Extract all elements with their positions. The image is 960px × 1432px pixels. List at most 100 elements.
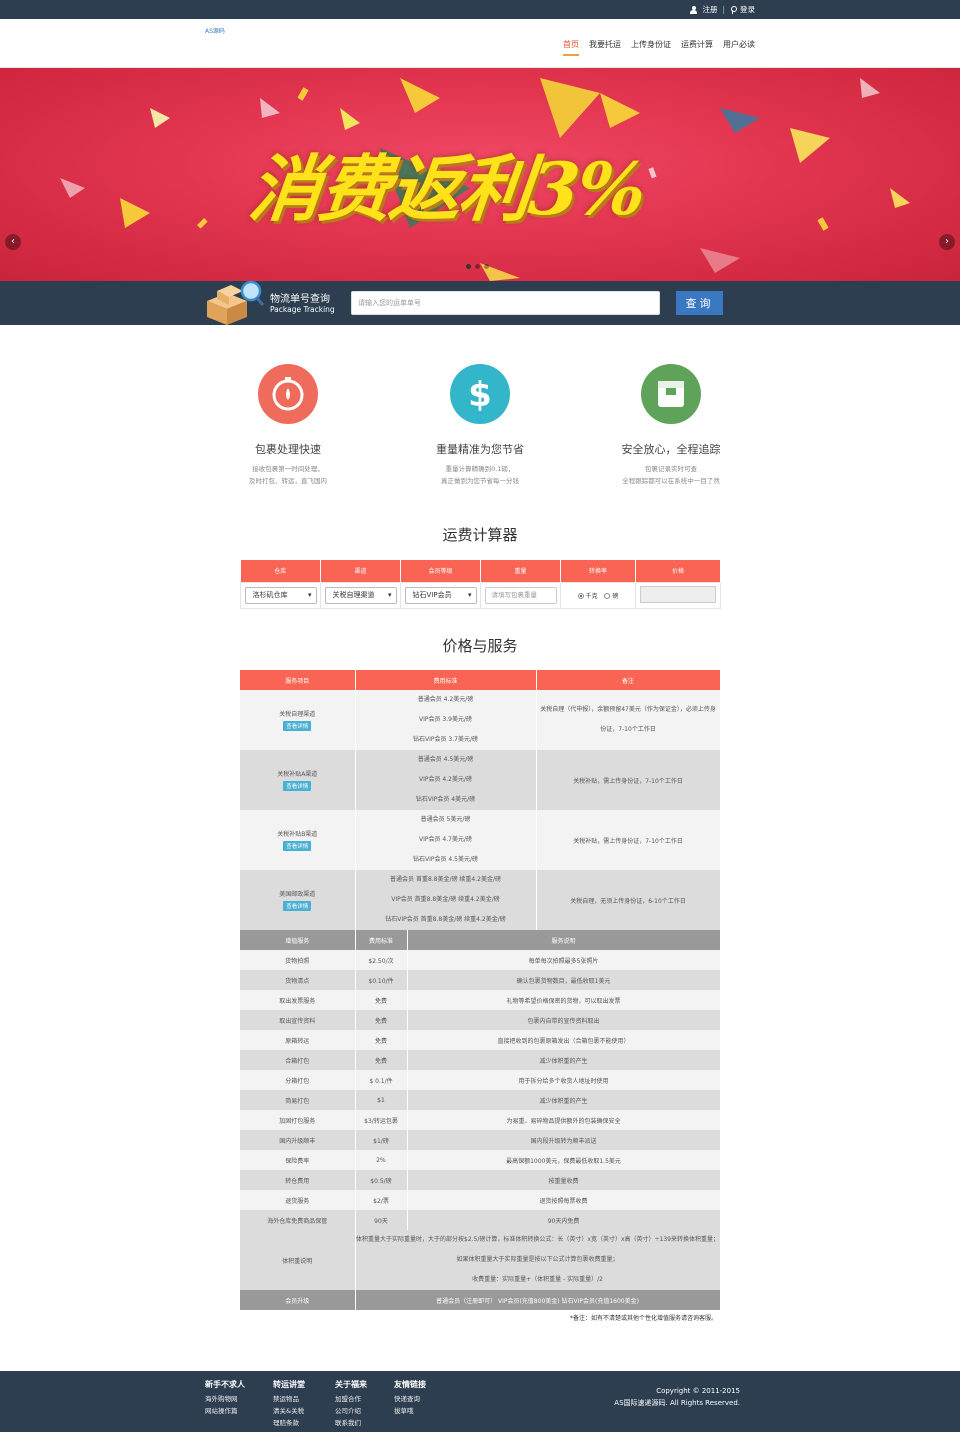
service-row: 货物拍照 $2.50/次 每单每次拍照最多5张照片 [240, 950, 721, 970]
promo-banner[interactable]: 消费返利3% ‹ › [0, 68, 960, 281]
footer-col-class: 转运讲堂 禁运物品 清关&关税 理赔条款 [273, 1380, 305, 1429]
footer-link[interactable]: 清关&关税 [273, 1405, 305, 1417]
service-desc: 包裹内自带的宣传资料取出 [407, 1010, 721, 1030]
weight-input[interactable]: 请填写包裹重量 [484, 586, 557, 604]
tracking-number-input[interactable] [351, 291, 660, 315]
nav-freight-calc[interactable]: 运费计算 [681, 39, 713, 56]
service-name: 国内升级顺丰 [240, 1130, 356, 1150]
footer-link[interactable]: 加盟合作 [335, 1393, 367, 1405]
slide-dot[interactable] [466, 264, 471, 269]
unit-lb-radio[interactable]: 磅 [604, 592, 618, 600]
service-fee: 免费 [355, 990, 408, 1010]
copyright: Copyright © 2011-2015 AS国际速递源码. All Righ… [614, 1387, 740, 1407]
footer-link[interactable]: 理赔条款 [273, 1417, 305, 1429]
channel-name: 关税自理渠道 [279, 711, 316, 718]
account-links: 注册 | 登录 [690, 4, 755, 15]
service-row: 保险费率 2% 最高保额1000美元，保费最低收取1.5美元 [240, 1150, 721, 1170]
banner-next-arrow[interactable]: › [939, 234, 955, 250]
dollar-icon: $ [450, 364, 510, 424]
warehouse-select[interactable]: 洛杉矶仓库 [244, 586, 317, 604]
site-footer: 新手不求人 海外购物网 网站操作篇 转运讲堂 禁运物品 清关&关税 理赔条款 关… [0, 1371, 960, 1432]
stopwatch-icon [258, 364, 318, 424]
register-link[interactable]: 注册 [702, 4, 717, 15]
nav-ship[interactable]: 我要托运 [589, 39, 621, 56]
service-row: 货物清点 $0.10/件 确认包裹货物数目，最低收取1美元 [240, 970, 721, 990]
services-header-item: 增值服务 [240, 930, 356, 950]
service-desc: 用于拆分给多个收货人地址时使用 [407, 1070, 721, 1090]
banner-pagination [466, 264, 489, 269]
footer-link[interactable]: 公司介绍 [335, 1405, 367, 1417]
service-fee: $0.10/件 [355, 970, 408, 990]
calculator-title: 运费计算器 [442, 526, 518, 544]
nav-upload-id[interactable]: 上传身份证 [631, 39, 671, 56]
pricing-header-item: 服务项目 [240, 670, 356, 690]
pricing-header-fee: 费用标准 [355, 670, 537, 690]
slide-dot[interactable] [484, 264, 489, 269]
service-name: 海外仓库免费商品保管 [240, 1210, 356, 1230]
service-name: 简易打包 [240, 1090, 356, 1110]
footer-link[interactable]: 禁运物品 [273, 1393, 305, 1405]
services-header-fee: 费用标准 [355, 930, 408, 950]
service-rows: 货物拍照 $2.50/次 每单每次拍照最多5张照片 货物清点 $0.10/件 确认包裹货物… [240, 950, 721, 1230]
feature-desc: 重量计算精确到0.1磅， 真正做到为您节省每一分钱 [441, 465, 519, 485]
service-desc: 减少体积重的产生 [407, 1090, 721, 1110]
view-details-button[interactable]: 查看详情 [283, 721, 312, 731]
nav-user-guide[interactable]: 用户必读 [723, 39, 755, 56]
footer-link[interactable]: 网站操作篇 [205, 1405, 245, 1417]
service-name: 加固打包服务 [240, 1110, 356, 1130]
price-output [640, 585, 716, 603]
service-fee: $ 0.1/件 [355, 1070, 408, 1090]
member-level-select[interactable]: 钻石VIP会员 [404, 586, 477, 604]
service-name: 货物拍照 [240, 950, 356, 970]
login-link[interactable]: 登录 [740, 4, 755, 15]
footer-link[interactable]: 快递查询 [394, 1393, 426, 1405]
service-row: 取出发票服务 免费 礼物等希望价格保密的货物，可以取出发票 [240, 990, 721, 1010]
service-name: 合箱打包 [240, 1050, 356, 1070]
service-desc: 国内段升级转为顺丰派送 [407, 1130, 721, 1150]
banner-prev-arrow[interactable]: ‹ [5, 234, 21, 250]
feature-tracking: 安全放心，全程追踪 包裹记录实时可查 全程跟踪都可以在系统中一目了然 [586, 364, 756, 487]
feature-title: 包裹处理快速 [255, 443, 321, 456]
tracking-subtitle: Package Tracking [270, 305, 335, 314]
svg-text:$: $ [468, 375, 492, 415]
site-header: AS源码 首页 我要托运 上传身份证 运费计算 用户必读 [0, 19, 960, 68]
footer-link[interactable]: 联系我们 [335, 1417, 367, 1429]
tracking-search-button[interactable]: 查询 [676, 291, 723, 315]
feature-fast: 包裹处理快速 接收包裹第一时间处理， 及时打包、转运，直飞国内 [203, 364, 373, 487]
channel-row: 关税自理渠道 查看详情 普通会员 4.2美元/磅 VIP会员 3.9美元/磅 钻石VI… [240, 690, 721, 750]
volume-row: 体积重说明 体积重量大于实际重量时，大于的部分按$2.5/磅计算，标准体积转换公… [240, 1230, 721, 1290]
feature-title: 安全放心，全程追踪 [621, 443, 721, 456]
package-icon [641, 364, 701, 424]
service-fee: $2/票 [355, 1190, 408, 1210]
tracking-bar: 物流单号查询 Package Tracking 查询 [0, 280, 960, 325]
calc-header-member: 会员等级 [400, 560, 481, 582]
slide-dot[interactable] [475, 264, 480, 269]
view-details-button[interactable]: 查看详情 [283, 781, 312, 791]
channel-name: 关税补贴B渠道 [277, 831, 318, 838]
feature-desc: 包裹记录实时可查 全程跟踪都可以在系统中一目了然 [622, 465, 720, 485]
feature-title: 重量精准为您节省 [436, 443, 524, 456]
service-fee: $3/转运包裹 [355, 1110, 408, 1130]
calc-header-weight: 重量 [480, 560, 561, 582]
service-desc: 90天内免费 [407, 1210, 721, 1230]
calc-header-channel: 渠道 [320, 560, 401, 582]
service-desc: 按重量收费 [407, 1170, 721, 1190]
calc-header-price: 价格 [635, 560, 721, 582]
calc-header-rate: 转换率 [560, 560, 636, 582]
footer-link[interactable]: 拔草哦 [394, 1405, 426, 1417]
service-name: 保险费率 [240, 1150, 356, 1170]
key-icon [730, 5, 737, 14]
service-fee: $1 [355, 1090, 408, 1110]
service-name: 取出宣传资料 [240, 1010, 356, 1030]
service-row: 转仓费用 $0.5/磅 按重量收费 [240, 1170, 721, 1190]
calc-header-warehouse: 仓库 [240, 560, 321, 582]
service-fee: 免费 [355, 1030, 408, 1050]
nav-home[interactable]: 首页 [563, 39, 579, 56]
site-logo[interactable]: AS源码 [205, 26, 225, 35]
channel-select[interactable]: 关税自理渠道 [324, 586, 397, 604]
service-row: 原箱转运 免费 直接把收到的包裹原箱发出（合箱包裹不能使用） [240, 1030, 721, 1050]
footer-link[interactable]: 海外购物网 [205, 1393, 245, 1405]
unit-kg-radio[interactable]: 千克 [577, 592, 598, 600]
view-details-button[interactable]: 查看详情 [283, 901, 312, 911]
view-details-button[interactable]: 查看详情 [283, 841, 312, 851]
